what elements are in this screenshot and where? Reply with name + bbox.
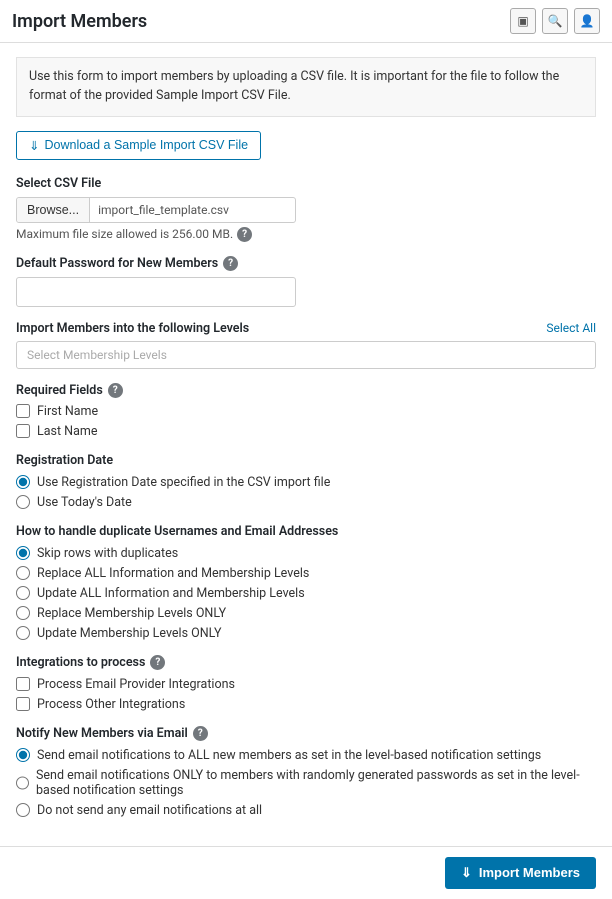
download-icon: ⇓ xyxy=(29,138,39,153)
last-name-checkbox[interactable] xyxy=(16,424,30,438)
notify-option-0: Send email notifications to ALL new memb… xyxy=(16,748,596,763)
notify-radio-1[interactable] xyxy=(16,776,29,790)
page-footer: ⇓ Import Members xyxy=(0,846,612,899)
notify-help-icon[interactable]: ? xyxy=(193,726,208,741)
integration-checkbox-1[interactable] xyxy=(16,697,30,711)
browse-button[interactable]: Browse... xyxy=(17,198,90,222)
levels-select[interactable]: Select Membership Levels xyxy=(16,341,596,369)
reg-date-radio-1[interactable] xyxy=(16,495,30,509)
notify-header: Notify New Members via Email ? xyxy=(16,726,596,741)
import-members-button[interactable]: ⇓ Import Members xyxy=(445,857,596,889)
notify-label-1: Send email notifications ONLY to members… xyxy=(36,768,596,798)
notify-label-0: Send email notifications to ALL new memb… xyxy=(37,748,541,763)
integrations-header: Integrations to process ? xyxy=(16,655,596,670)
notify-option-2: Do not send any email notifications at a… xyxy=(16,803,596,818)
integration-checkbox-0[interactable] xyxy=(16,677,30,691)
dup-label-3: Replace Membership Levels ONLY xyxy=(37,606,226,621)
integrations-help-icon[interactable]: ? xyxy=(150,655,165,670)
dup-radio-1[interactable] xyxy=(16,566,30,580)
password-label: Default Password for New Members xyxy=(16,256,218,271)
dup-option-1: Replace ALL Information and Membership L… xyxy=(16,566,596,581)
import-icon: ⇓ xyxy=(461,865,472,881)
integrations-option-0: Process Email Provider Integrations xyxy=(16,677,596,692)
dup-label-4: Update Membership Levels ONLY xyxy=(37,626,221,641)
registration-date-section: Registration Date Use Registration Date … xyxy=(16,453,596,510)
password-help-icon[interactable]: ? xyxy=(223,256,238,271)
reg-date-label-0: Use Registration Date specified in the C… xyxy=(37,475,330,490)
integration-label-0: Process Email Provider Integrations xyxy=(37,677,235,692)
dup-option-4: Update Membership Levels ONLY xyxy=(16,626,596,641)
levels-header: Import Members into the following Levels… xyxy=(16,321,596,336)
checkbox-last-name: Last Name xyxy=(16,424,596,439)
required-fields-label: Required Fields xyxy=(16,383,103,398)
page-title: Import Members xyxy=(12,11,147,32)
required-fields-header: Required Fields ? xyxy=(16,383,596,398)
integrations-option-1: Process Other Integrations xyxy=(16,697,596,712)
user-icon[interactable]: 👤 xyxy=(574,8,600,34)
header-icons: ▣ 🔍 👤 xyxy=(510,8,600,34)
dup-radio-4[interactable] xyxy=(16,626,30,640)
dup-radio-0[interactable] xyxy=(16,546,30,560)
reg-option-1: Use Today's Date xyxy=(16,495,596,510)
notify-radio-0[interactable] xyxy=(16,748,30,762)
dup-radio-3[interactable] xyxy=(16,606,30,620)
reg-option-0: Use Registration Date specified in the C… xyxy=(16,475,596,490)
levels-label: Import Members into the following Levels xyxy=(16,321,249,336)
registration-date-title: Registration Date xyxy=(16,453,596,468)
dup-option-0: Skip rows with duplicates xyxy=(16,546,596,561)
download-sample-button[interactable]: ⇓ Download a Sample Import CSV File xyxy=(16,131,261,160)
file-input-row: Browse... import_file_template.csv xyxy=(16,197,296,223)
integrations-title: Integrations to process xyxy=(16,655,145,670)
notify-title: Notify New Members via Email xyxy=(16,726,188,741)
dup-label-0: Skip rows with duplicates xyxy=(37,546,178,561)
file-name-display: import_file_template.csv xyxy=(90,198,295,222)
page-header: Import Members ▣ 🔍 👤 xyxy=(0,0,612,43)
main-content: Use this form to import members by uploa… xyxy=(0,43,612,846)
duplicate-handling-section: How to handle duplicate Usernames and Em… xyxy=(16,524,596,641)
info-text: Use this form to import members by uploa… xyxy=(29,69,559,103)
integration-label-1: Process Other Integrations xyxy=(37,697,185,712)
first-name-label: First Name xyxy=(37,404,98,419)
select-all-link[interactable]: Select All xyxy=(546,321,596,335)
notify-radio-2[interactable] xyxy=(16,803,30,817)
dup-option-2: Update ALL Information and Membership Le… xyxy=(16,586,596,601)
integrations-section: Integrations to process ? Process Email … xyxy=(16,655,596,712)
import-label: Import Members xyxy=(479,865,580,880)
notify-option-1: Send email notifications ONLY to members… xyxy=(16,768,596,798)
file-max-size: Maximum file size allowed is 256.00 MB. … xyxy=(16,227,596,242)
reg-date-label-1: Use Today's Date xyxy=(37,495,132,510)
last-name-label: Last Name xyxy=(37,424,97,439)
reg-date-radio-0[interactable] xyxy=(16,475,30,489)
password-input[interactable] xyxy=(16,277,296,307)
dup-radio-2[interactable] xyxy=(16,586,30,600)
search-icon[interactable]: 🔍 xyxy=(542,8,568,34)
max-size-text: Maximum file size allowed is 256.00 MB. xyxy=(16,227,233,241)
max-size-help-icon[interactable]: ? xyxy=(237,227,252,242)
csv-section-label: Select CSV File xyxy=(16,176,596,191)
duplicate-handling-title: How to handle duplicate Usernames and Em… xyxy=(16,524,596,539)
checkbox-first-name: First Name xyxy=(16,404,596,419)
monitor-icon[interactable]: ▣ xyxy=(510,8,536,34)
notify-label-2: Do not send any email notifications at a… xyxy=(37,803,262,818)
required-fields-section: Required Fields ? First Name Last Name xyxy=(16,383,596,439)
dup-option-3: Replace Membership Levels ONLY xyxy=(16,606,596,621)
first-name-checkbox[interactable] xyxy=(16,404,30,418)
password-label-row: Default Password for New Members ? xyxy=(16,256,596,271)
required-fields-help-icon[interactable]: ? xyxy=(108,383,123,398)
levels-placeholder: Select Membership Levels xyxy=(27,348,167,362)
info-box: Use this form to import members by uploa… xyxy=(16,57,596,117)
download-label: Download a Sample Import CSV File xyxy=(44,138,248,152)
notify-section: Notify New Members via Email ? Send emai… xyxy=(16,726,596,818)
dup-label-1: Replace ALL Information and Membership L… xyxy=(37,566,309,581)
dup-label-2: Update ALL Information and Membership Le… xyxy=(37,586,305,601)
